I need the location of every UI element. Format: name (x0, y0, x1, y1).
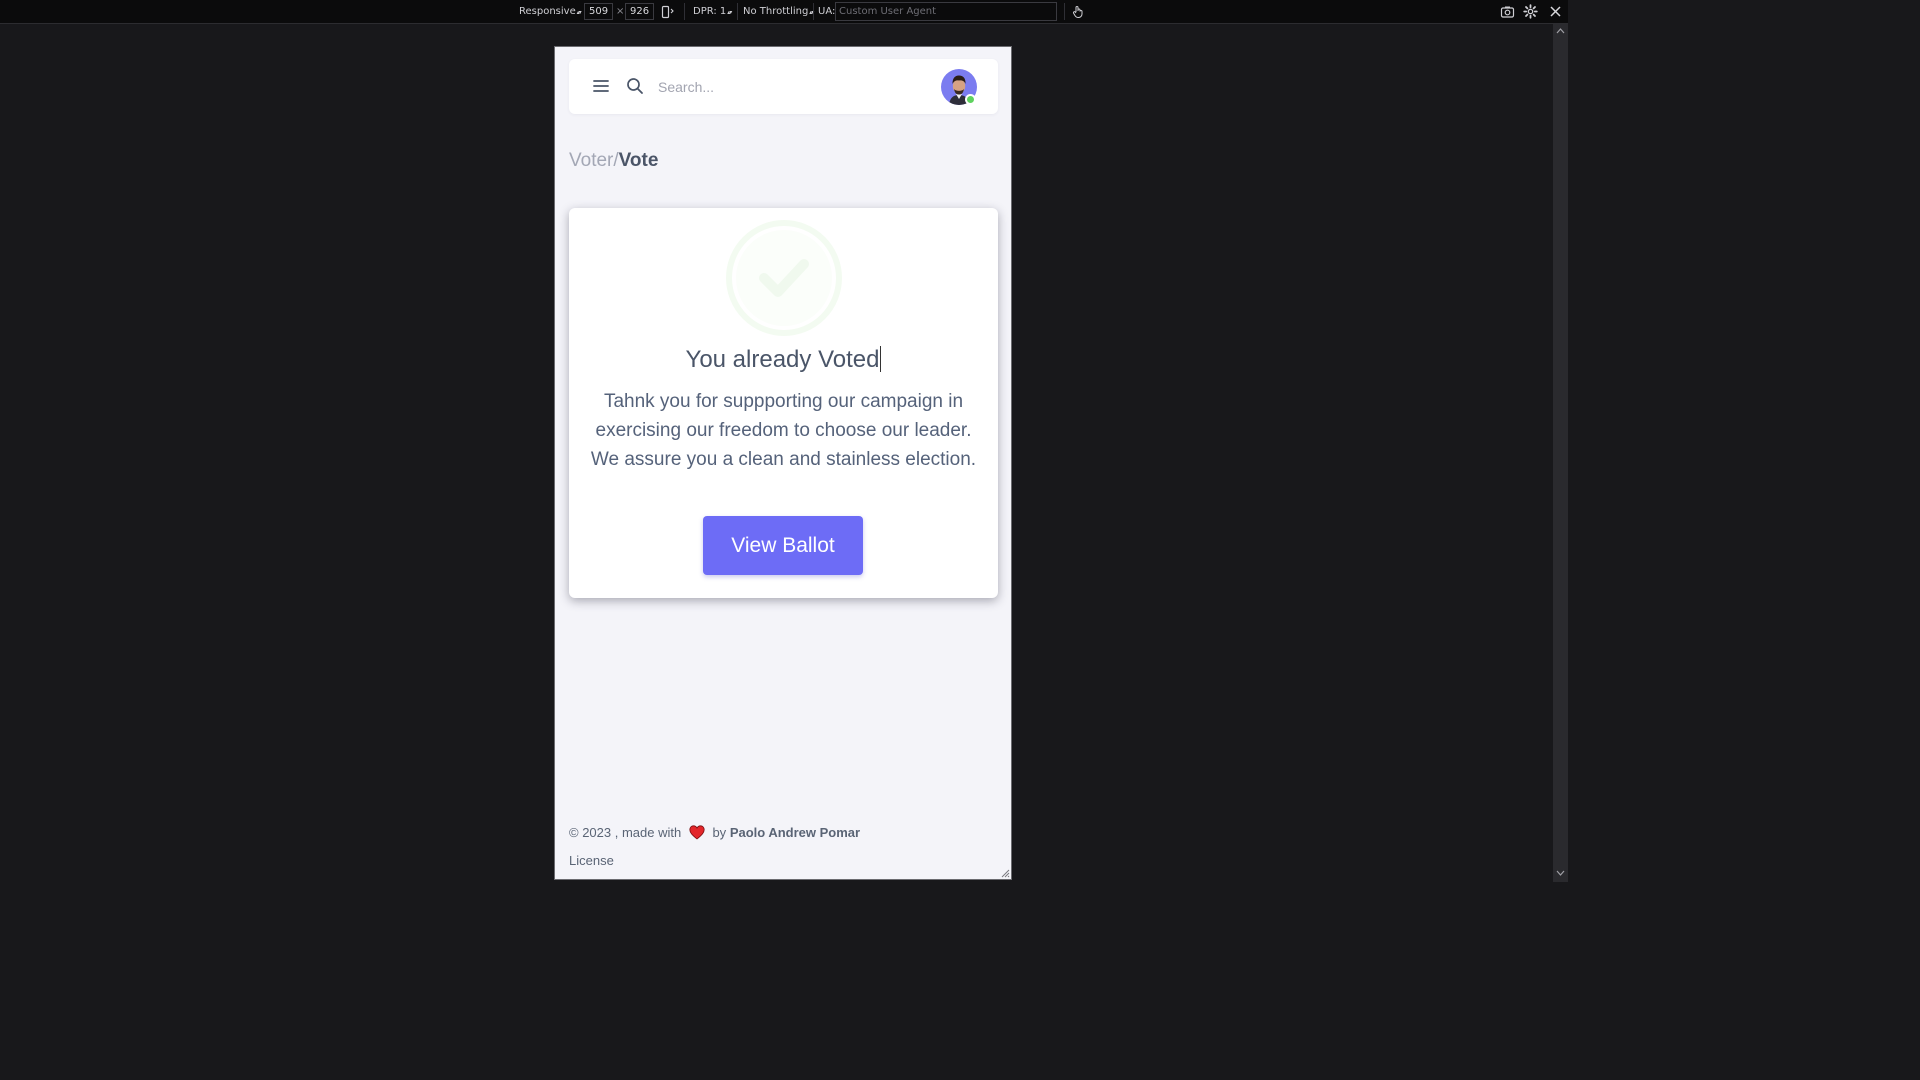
device-mode-select[interactable]: Responsive (519, 0, 581, 23)
heart-icon (689, 825, 705, 840)
license-link[interactable]: License (569, 853, 614, 868)
viewport-width-input[interactable]: 509 (584, 3, 613, 20)
toolbar-divider (684, 3, 685, 20)
check-circle-icon (726, 220, 842, 336)
rotate-icon[interactable] (661, 5, 675, 19)
online-status-indicator (965, 94, 976, 105)
ua-label: UA: (818, 6, 836, 17)
breadcrumb: Voter/Vote (569, 150, 658, 172)
scroll-down-arrow-icon[interactable] (1556, 870, 1565, 876)
toolbar-divider (1064, 3, 1065, 20)
footer-credit: © 2023 , made with by Paolo Andrew Pomar (569, 825, 860, 840)
text-caret (880, 346, 882, 372)
devtools-toolbar: Responsive 509 × 926 DPR: 1 No Throttlin… (0, 0, 1568, 24)
settings-gear-icon[interactable] (1523, 4, 1538, 19)
viewport-height-input[interactable]: 926 (625, 3, 654, 20)
close-icon[interactable] (1549, 5, 1562, 18)
user-agent-input[interactable]: Custom User Agent (835, 2, 1057, 21)
screenshot-icon[interactable] (1500, 5, 1515, 19)
footer-prefix: © 2023 , made with (569, 825, 682, 840)
card-message: Tahnk you for suppporting our campaign i… (590, 391, 977, 470)
breadcrumb-parent[interactable]: Voter/ (569, 150, 619, 171)
scroll-up-arrow-icon[interactable] (1556, 28, 1565, 34)
toolbar-divider (813, 3, 814, 20)
search-input[interactable] (658, 74, 858, 100)
author-link[interactable]: Paolo Andrew Pomar (730, 825, 860, 840)
view-ballot-button[interactable]: View Ballot (703, 516, 863, 575)
scrollbar-track[interactable] (1553, 24, 1568, 882)
dpr-select[interactable]: DPR: 1 (693, 0, 731, 23)
card-title: You already Voted (685, 346, 882, 373)
breadcrumb-current: Vote (618, 150, 659, 171)
dimension-separator: × (616, 6, 625, 17)
responsive-viewport: Voter/Vote You already Voted Tahnk you f… (554, 46, 1012, 880)
footer-by: by (712, 825, 727, 840)
resize-handle-icon[interactable] (1000, 868, 1010, 878)
toolbar-divider (737, 3, 738, 20)
vote-status-card: You already Voted Tahnk you for suppport… (569, 208, 998, 598)
touch-simulation-icon[interactable] (1071, 5, 1085, 19)
hamburger-menu-icon[interactable] (593, 78, 609, 94)
top-navbar (569, 59, 998, 114)
search-icon[interactable] (626, 77, 644, 95)
throttling-select[interactable]: No Throttling (743, 0, 813, 23)
